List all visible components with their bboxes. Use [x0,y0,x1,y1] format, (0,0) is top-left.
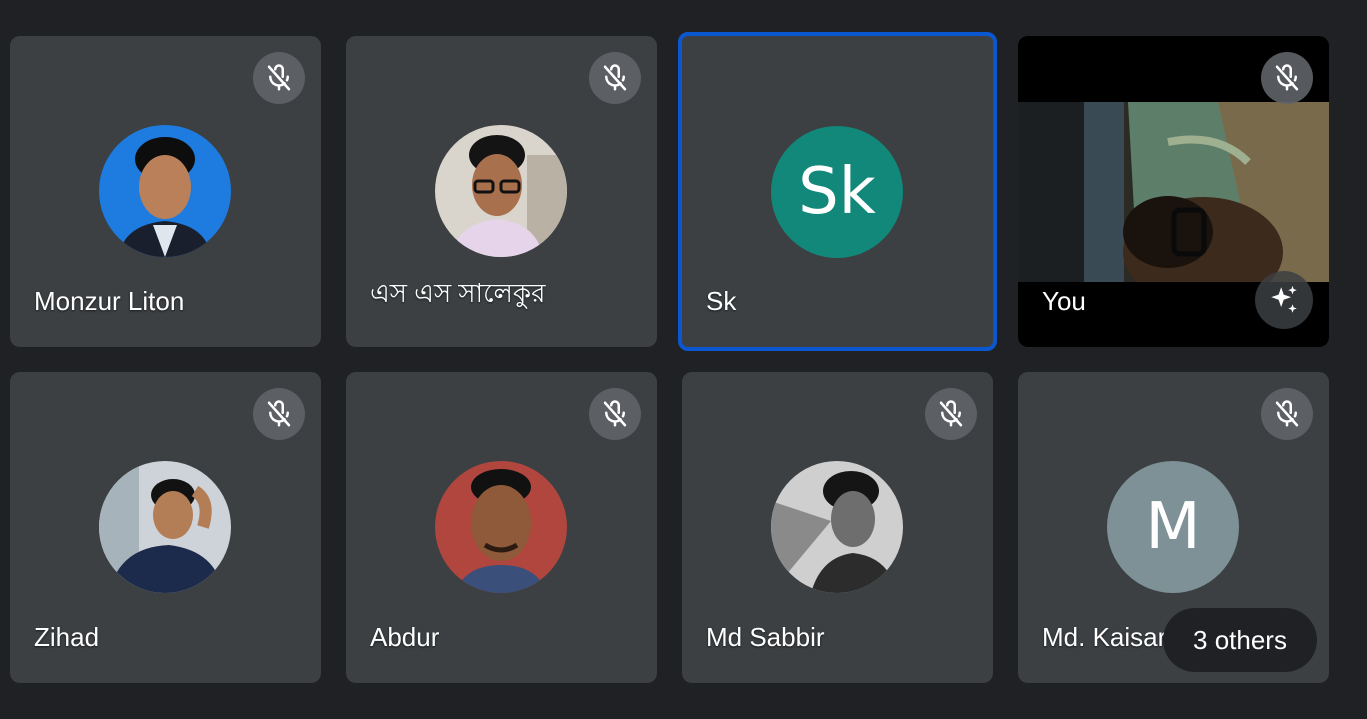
avatar [435,461,567,593]
participant-tile[interactable]: Abdur [346,372,657,683]
self-tile[interactable]: You [1018,36,1329,347]
participant-name: Monzur Liton [34,286,185,316]
participant-tile[interactable]: এস এস সালেকুর [346,36,657,347]
avatar [435,125,567,257]
avatar [99,461,231,593]
others-label: 3 others [1193,624,1287,655]
participant-tile-speaking[interactable]: Sk Sk [678,32,997,351]
mic-off-icon[interactable] [589,52,641,104]
mic-off-icon[interactable] [253,52,305,104]
participant-name: You [1042,286,1086,316]
participant-tile[interactable]: Monzur Liton [10,36,321,347]
participant-grid: Monzur Liton এস এস সালেকুর Sk Sk You Zih… [0,0,1367,719]
avatar [99,125,231,257]
participant-name: Md. Kaisar [1042,622,1167,652]
mic-off-icon[interactable] [1261,388,1313,440]
avatar-letter: M [1145,490,1201,564]
participant-name: এস এস সালেকুর [370,278,546,308]
participant-tile[interactable]: Md Sabbir [682,372,993,683]
avatar-initials: M [1107,461,1239,593]
avatar-letter: Sk [798,155,876,229]
participant-tile[interactable]: Zihad [10,372,321,683]
mic-off-icon[interactable] [1261,52,1313,104]
participant-name: Zihad [34,622,100,652]
mic-off-icon[interactable] [589,388,641,440]
avatar-initials: Sk [771,126,903,258]
others-button[interactable]: 3 others [1163,608,1317,672]
participant-name: Md Sabbir [706,622,825,652]
self-video [1018,102,1329,307]
participant-name: Sk [706,286,737,316]
sparkle-effects-icon[interactable] [1255,271,1313,329]
avatar [771,461,903,593]
mic-off-icon[interactable] [253,388,305,440]
participant-name: Abdur [370,622,440,652]
mic-off-icon[interactable] [925,388,977,440]
